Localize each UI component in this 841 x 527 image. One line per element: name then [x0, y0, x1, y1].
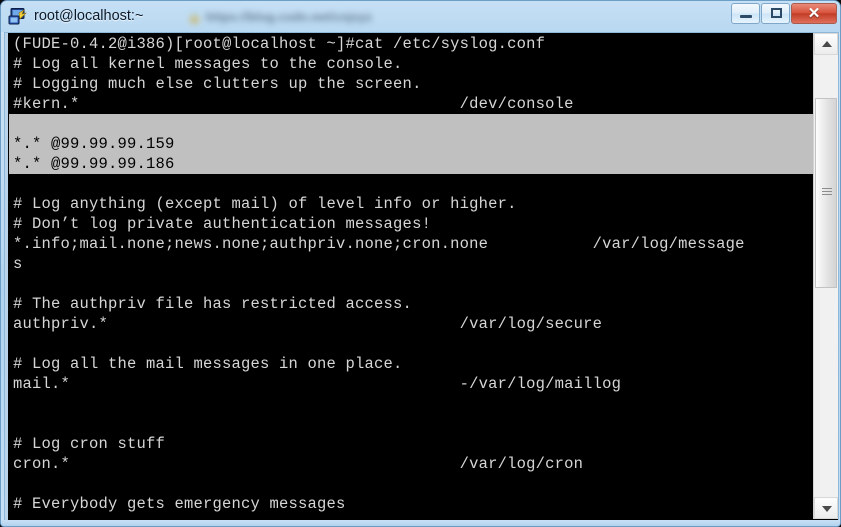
- terminal-line: # Don’t log private authentication messa…: [13, 215, 432, 233]
- terminal-frame: (FUDE-0.4.2@i386)[root@localhost ~]#cat …: [4, 32, 839, 522]
- terminal-screen[interactable]: (FUDE-0.4.2@i386)[root@localhost ~]#cat …: [9, 34, 815, 520]
- terminal-line: *.* @99.99.99.186: [9, 154, 815, 174]
- terminal-line: # Log anything (except mail) of level in…: [13, 195, 517, 213]
- putty-terminal-icon: [8, 8, 27, 25]
- terminal-line: (FUDE-0.4.2@i386)[root@localhost ~]#cat …: [13, 35, 546, 53]
- terminal-line: cron.* /var/log/cron: [13, 455, 584, 473]
- terminal-line: # Everybody gets emergency messages: [13, 495, 346, 513]
- scroll-up-button[interactable]: [814, 33, 838, 55]
- terminal-line: authpriv.* /var/log/secure: [13, 315, 603, 333]
- vertical-scrollbar[interactable]: [813, 33, 838, 519]
- window-bottom-edge: [1, 520, 840, 526]
- terminal-line: # Log all the mail messages in one place…: [13, 355, 403, 373]
- scroll-up-arrow-icon: [822, 41, 832, 47]
- maximize-button[interactable]: [761, 3, 790, 24]
- title-bar[interactable]: root@localhost:~ ✕: [1, 1, 840, 32]
- window-title: root@localhost:~: [34, 8, 144, 24]
- scrollbar-grip-icon: [822, 188, 832, 198]
- terminal-line: [9, 114, 815, 134]
- close-icon: ✕: [807, 5, 821, 22]
- terminal-line: s: [13, 255, 23, 273]
- terminal-line: mail.* -/var/log/maillog: [13, 375, 622, 393]
- terminal-window: 🔒 https://blog.csdn.net/cnjsyz root@loca…: [0, 0, 841, 527]
- terminal-line: # Log cron stuff: [13, 435, 166, 453]
- minimize-button[interactable]: [731, 3, 760, 24]
- terminal-line: *.* @99.99.99.159: [9, 134, 815, 154]
- terminal-line: #kern.* /dev/console: [13, 95, 574, 113]
- terminal-line: *.info;mail.none;news.none;authpriv.none…: [13, 235, 745, 253]
- terminal-line: # Log all kernel messages to the console…: [13, 55, 403, 73]
- window-controls: ✕: [731, 3, 837, 27]
- terminal-line: # The authpriv file has restricted acces…: [13, 295, 413, 313]
- scroll-down-button[interactable]: [814, 497, 838, 519]
- scrollbar-thumb[interactable]: [815, 98, 837, 288]
- terminal-line: # Logging much else clutters up the scre…: [13, 75, 422, 93]
- scroll-down-arrow-icon: [822, 506, 832, 512]
- close-button[interactable]: ✕: [791, 3, 837, 24]
